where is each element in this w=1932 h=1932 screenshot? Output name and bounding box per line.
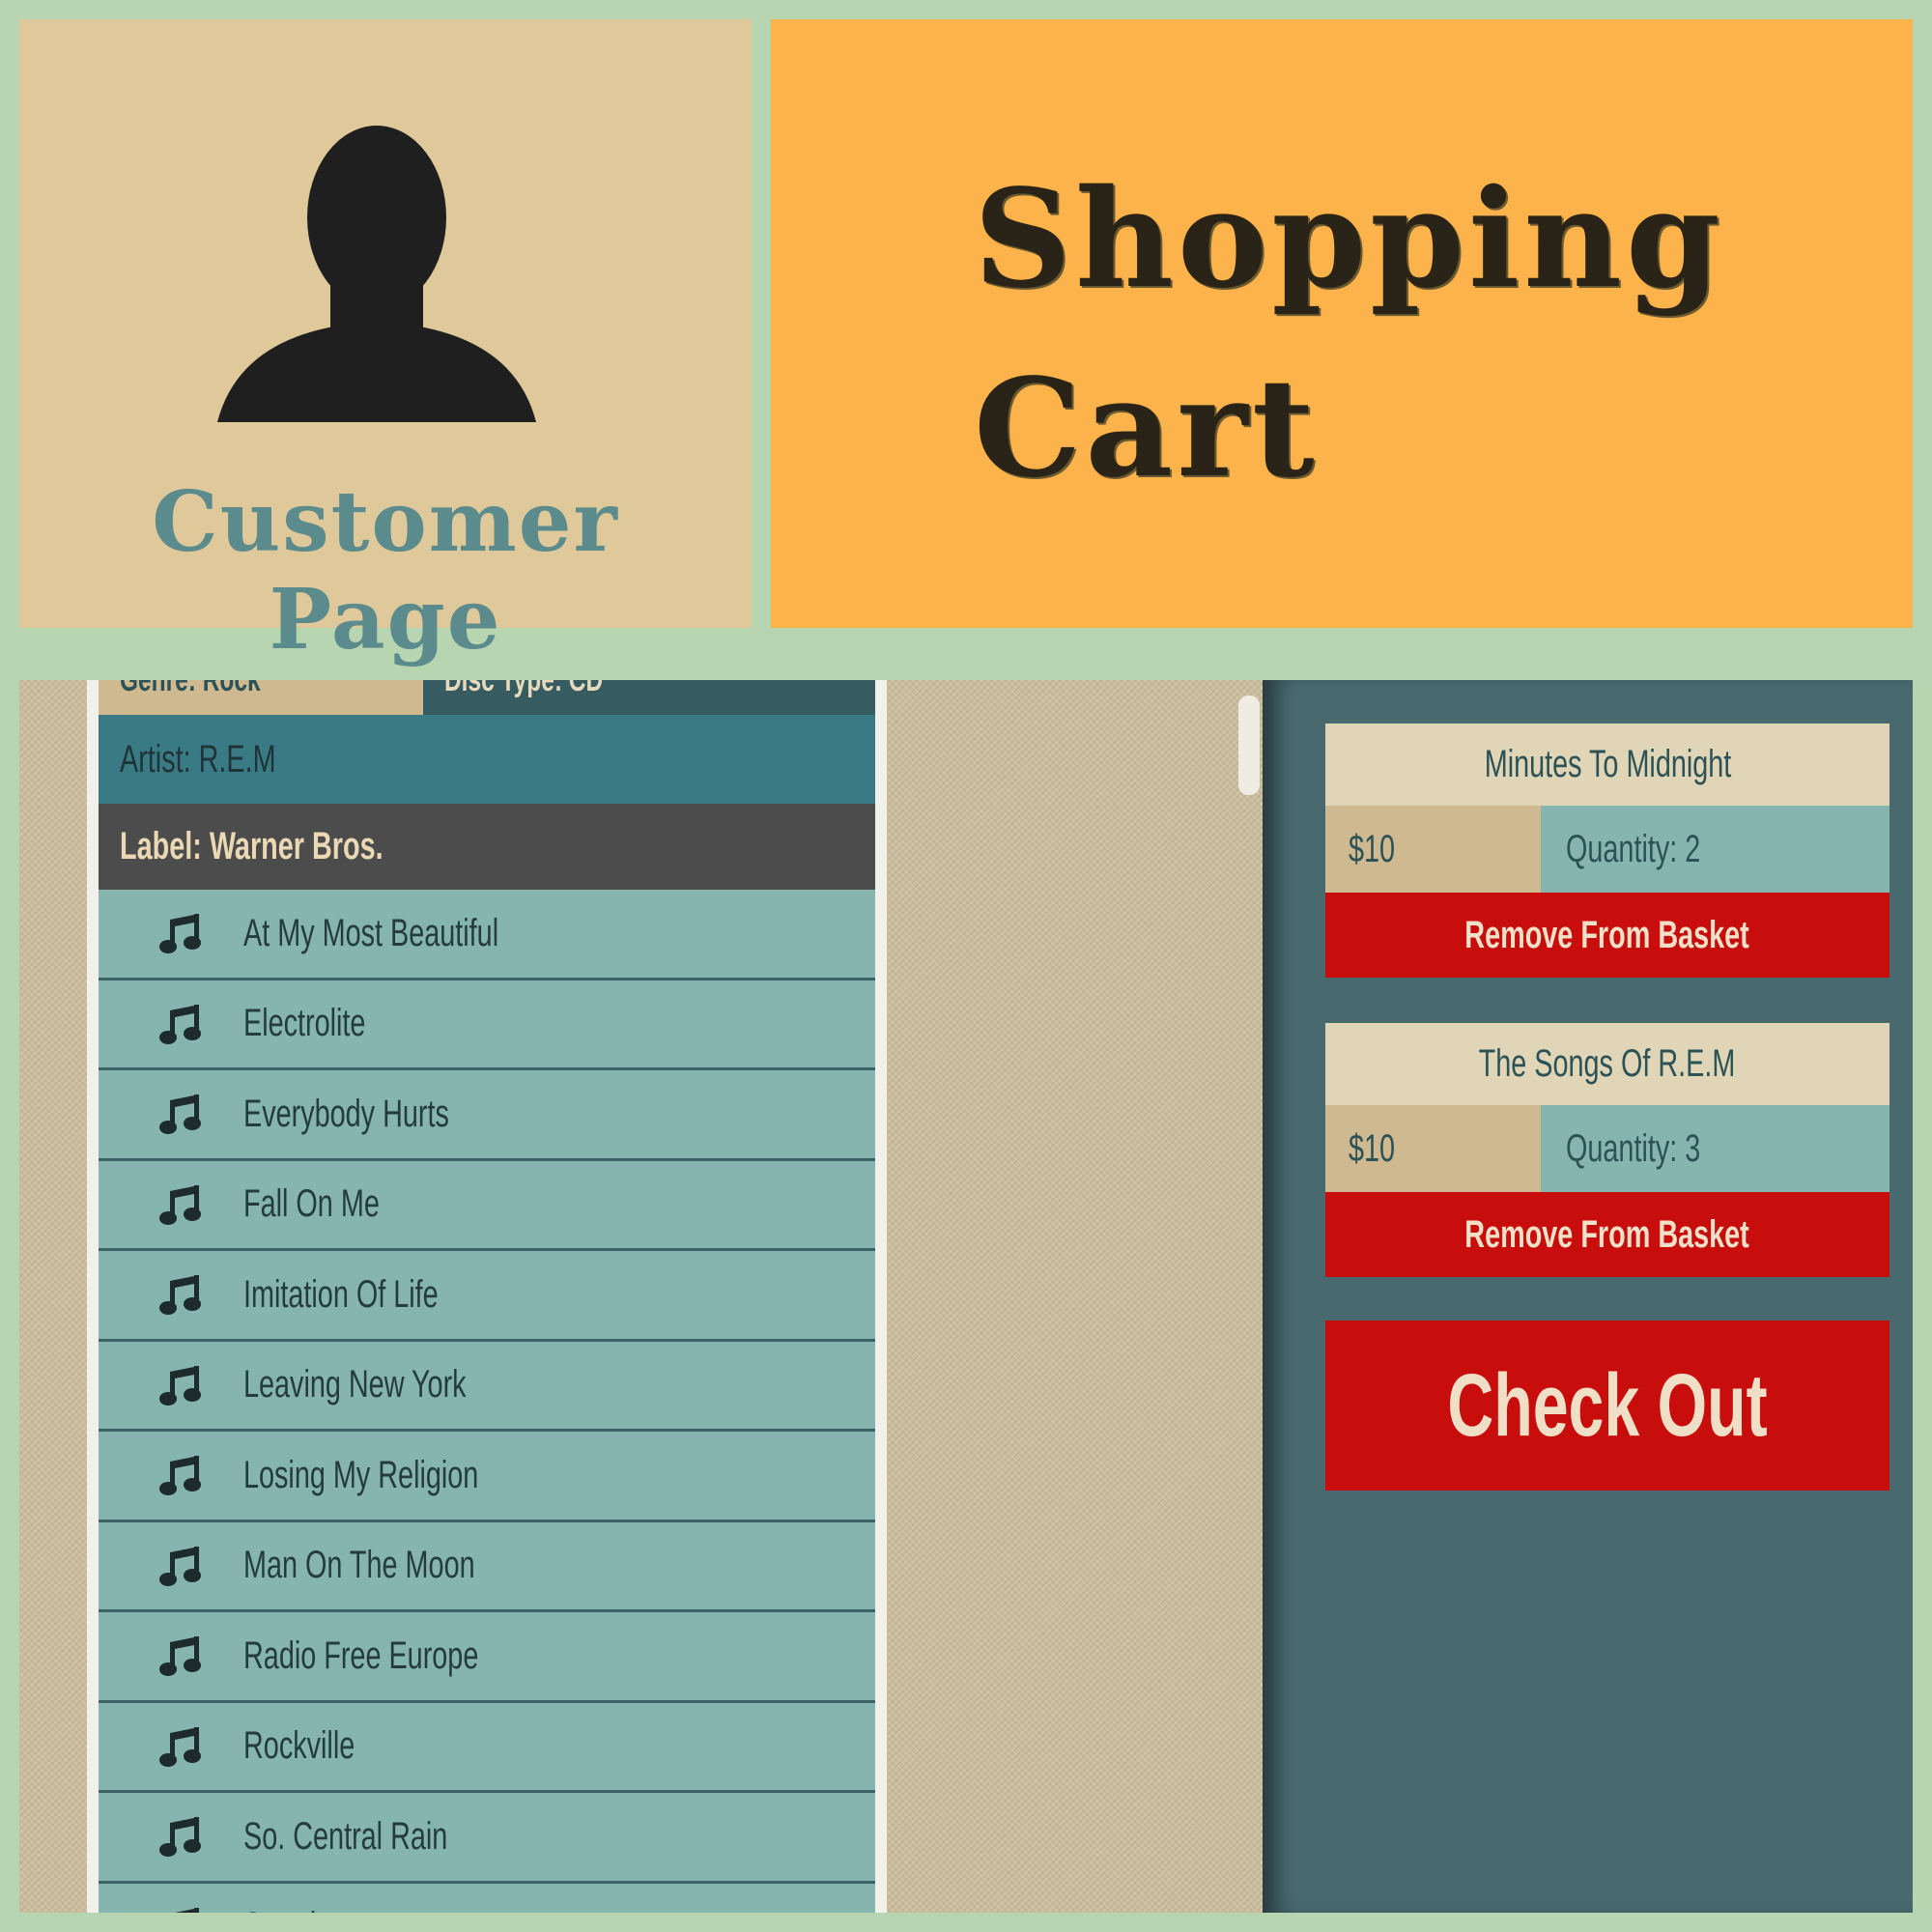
music-note-icon (159, 1365, 201, 1406)
music-note-icon (159, 1184, 201, 1225)
music-note-icon (159, 1726, 201, 1767)
item-price: $10 (1349, 1127, 1396, 1170)
song-item[interactable]: Electrolite (99, 980, 875, 1070)
song-item[interactable]: Everybody Hurts (99, 1070, 875, 1161)
item-title: The Songs Of R.E.M (1479, 1042, 1736, 1085)
remove-label: Remove From Basket (1464, 914, 1750, 956)
song-title: Imitation Of Life (243, 1272, 439, 1316)
song-item[interactable]: Radio Free Europe (99, 1612, 875, 1703)
music-note-icon (159, 1636, 201, 1677)
song-title: Everybody Hurts (243, 1092, 449, 1135)
song-item[interactable]: So. Central Rain (99, 1793, 875, 1884)
disc-type-tab[interactable]: Disc Type: CD (423, 680, 665, 715)
genre-tab[interactable]: Genre: Rock (99, 680, 315, 715)
song-item[interactable]: Fall On Me (99, 1161, 875, 1251)
item-quantity: Quantity: 3 (1566, 1127, 1701, 1170)
song-item[interactable]: At My Most Beautiful (99, 890, 875, 980)
basket-sidebar: Minutes To Midnight $10 Quantity: 2 Remov… (1263, 680, 1913, 1913)
music-note-icon (159, 1094, 201, 1135)
person-silhouette-icon (217, 126, 536, 422)
song-item[interactable]: Stand (99, 1884, 875, 1913)
artist-row: Artist: R.E.M (99, 715, 875, 804)
song-title: Stand (243, 1905, 316, 1913)
music-note-icon (159, 1275, 201, 1316)
scrollbar[interactable] (1238, 696, 1260, 795)
song-title: Radio Free Europe (243, 1634, 479, 1677)
song-title: Fall On Me (243, 1182, 380, 1226)
item-price: $10 (1349, 828, 1396, 870)
song-title: Man On The Moon (243, 1544, 475, 1587)
album-panel: Genre: Rock Disc Type: CD Artist: R.E.M … (87, 680, 887, 1913)
song-list: At My Most Beautiful Electrolite Everybody… (99, 890, 875, 1913)
song-title: At My Most Beautiful (243, 911, 499, 954)
song-item[interactable]: Rockville (99, 1703, 875, 1793)
genre-label: Genre: Rock (120, 680, 261, 698)
title-line-1: Shopping (974, 160, 1724, 319)
music-note-icon (159, 1546, 201, 1586)
app-screen: Genre: Rock Disc Type: CD Artist: R.E.M … (19, 680, 1913, 1913)
title-line-2: Cart (974, 350, 1319, 508)
item-quantity: Quantity: 2 (1566, 828, 1701, 870)
record-label: Label: Warner Bros. (120, 825, 384, 867)
basket-item: The Songs Of R.E.M $10 Quantity: 3 Remove… (1325, 1023, 1889, 1277)
song-title: Rockville (243, 1724, 355, 1768)
artist-label: Artist: R.E.M (120, 738, 276, 781)
music-note-icon (173, 1907, 199, 1913)
remove-from-basket-button[interactable]: Remove From Basket (1325, 893, 1889, 978)
checkout-label: Check Out (1447, 1356, 1768, 1455)
song-item[interactable]: Imitation Of Life (99, 1251, 875, 1342)
song-title: Leaving New York (243, 1363, 467, 1406)
checkout-button[interactable]: Check Out (1325, 1321, 1889, 1491)
remove-from-basket-button[interactable]: Remove From Basket (1325, 1192, 1889, 1277)
shopping-cart-panel[interactable]: Shopping Cart (771, 19, 1913, 628)
item-title: Minutes To Midnight (1484, 743, 1731, 785)
customer-page-panel[interactable]: Customer Page (19, 19, 752, 668)
song-item[interactable]: Losing My Religion (99, 1432, 875, 1522)
basket-item: Minutes To Midnight $10 Quantity: 2 Remov… (1325, 724, 1889, 978)
music-note-icon (159, 1817, 201, 1858)
disc-type-label: Disc Type: CD (444, 680, 604, 698)
song-title: Losing My Religion (243, 1453, 479, 1496)
song-title: So. Central Rain (243, 1814, 448, 1858)
song-title: Electrolite (243, 1002, 366, 1045)
music-note-icon (159, 1004, 201, 1044)
shopping-cart-title: Shopping Cart (974, 145, 1724, 524)
song-item[interactable]: Leaving New York (99, 1342, 875, 1432)
customer-page-title: Customer Page (152, 473, 619, 668)
music-note-icon (159, 914, 201, 954)
song-item[interactable]: Man On The Moon (99, 1522, 875, 1612)
remove-label: Remove From Basket (1464, 1213, 1750, 1256)
label-row: Label: Warner Bros. (99, 804, 875, 890)
music-note-icon (159, 1456, 201, 1496)
